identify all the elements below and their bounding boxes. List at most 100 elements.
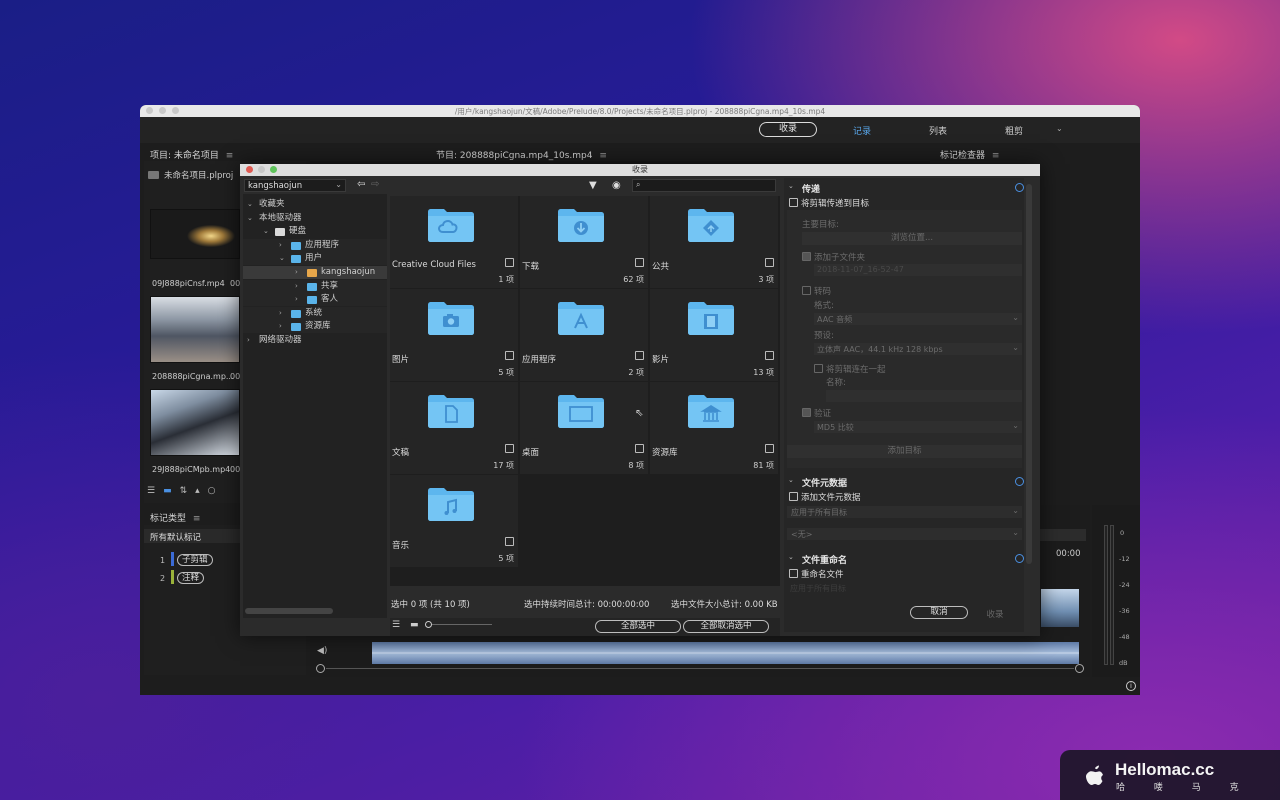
chevron-down-icon[interactable]: ⌄: [247, 212, 253, 225]
scroll-handle-left[interactable]: [316, 664, 325, 673]
close-dialog-button[interactable]: [246, 166, 253, 173]
subfolder-name-field[interactable]: 2018-11-07_16-52-47: [814, 264, 1022, 276]
folder-checkbox[interactable]: [765, 444, 774, 453]
clip-thumbnail[interactable]: [150, 389, 240, 456]
tree-item[interactable]: ⌄ 本地驱动器: [243, 212, 387, 225]
chevron-right-icon[interactable]: ›: [279, 239, 282, 252]
browse-location-button[interactable]: 浏览位置...: [802, 232, 1022, 245]
chevron-down-icon[interactable]: ⌄: [263, 225, 269, 238]
verify-dropdown[interactable]: MD5 比较 ⌄: [814, 421, 1022, 433]
transcode-checkbox[interactable]: [802, 286, 811, 295]
zoom-slider-track[interactable]: [432, 624, 492, 625]
folder-checkbox[interactable]: [505, 351, 514, 360]
folder-checkbox[interactable]: [765, 258, 774, 267]
power-toggle-icon[interactable]: [1015, 183, 1024, 192]
folder-item[interactable]: Creative Cloud Files 1 项: [390, 196, 518, 288]
tree-item[interactable]: › 网络驱动器: [243, 334, 387, 347]
list-view-icon[interactable]: ☰: [392, 620, 400, 630]
metadata-checkbox[interactable]: [789, 492, 798, 501]
tree-item[interactable]: ⌄ 硬盘: [243, 225, 387, 238]
join-name-field[interactable]: [826, 390, 1022, 402]
collapse-icon[interactable]: ⌄: [788, 476, 794, 484]
clip-thumbnail[interactable]: [150, 296, 240, 363]
folder-item[interactable]: 应用程序 2 项: [520, 289, 648, 381]
panel-menu-icon[interactable]: ≡: [226, 151, 234, 161]
add-target-button[interactable]: 添加目标: [787, 445, 1022, 458]
preset-dropdown[interactable]: 立体声 AAC，44.1 kHz 128 kbps ⌄: [814, 343, 1022, 355]
tab-list[interactable]: 列表: [929, 124, 947, 137]
tree-item[interactable]: › 系统: [243, 306, 387, 320]
panel-menu-icon[interactable]: ≡: [992, 151, 1000, 161]
icon-view-icon[interactable]: ▬: [410, 620, 419, 630]
cancel-button[interactable]: 取消: [910, 606, 968, 619]
tree-item[interactable]: › 共享: [243, 279, 387, 293]
panel-menu-icon[interactable]: ≡: [599, 151, 607, 161]
back-arrow-icon[interactable]: ⇦: [357, 179, 365, 190]
chevron-right-icon[interactable]: ›: [279, 320, 282, 333]
folder-item[interactable]: 下载 62 项: [520, 196, 648, 288]
search-input[interactable]: ⌕: [632, 179, 776, 192]
folder-checkbox[interactable]: [505, 444, 514, 453]
marker-type-subclip[interactable]: 子剪辑: [177, 554, 213, 566]
chevron-right-icon[interactable]: ›: [295, 293, 298, 306]
filter-icon[interactable]: ▼: [589, 180, 597, 191]
tree-item[interactable]: › 客人: [243, 293, 387, 307]
power-toggle-icon[interactable]: [1015, 477, 1024, 486]
tree-item[interactable]: › kangshaojun: [243, 266, 387, 279]
settings-scrollbar[interactable]: [1026, 184, 1032, 564]
collapse-icon[interactable]: ⌄: [788, 553, 794, 561]
format-dropdown[interactable]: AAC 音频 ⌄: [814, 313, 1022, 325]
folder-checkbox[interactable]: [765, 351, 774, 360]
sort-icon[interactable]: ⇅: [180, 486, 196, 496]
folder-item[interactable]: 音乐 5 项: [390, 475, 518, 567]
folder-checkbox[interactable]: [635, 444, 644, 453]
verify-checkbox[interactable]: [802, 408, 811, 417]
tree-item[interactable]: › 资源库: [243, 320, 387, 334]
deselect-all-button[interactable]: 全部取消选中: [683, 620, 769, 633]
power-toggle-icon[interactable]: [1015, 554, 1024, 563]
folder-item[interactable]: 图片 5 项: [390, 289, 518, 381]
audio-waveform[interactable]: [372, 642, 1079, 664]
zoom-out-icon[interactable]: ▴: [195, 486, 208, 496]
tree-item[interactable]: › 应用程序: [243, 238, 387, 252]
list-view-icon[interactable]: ☰: [147, 486, 163, 496]
tab-rough-cut[interactable]: 粗剪: [1005, 124, 1023, 137]
marker-type-comment[interactable]: 注释: [177, 572, 205, 584]
tree-item[interactable]: ⌄ 收藏夹: [243, 198, 387, 211]
scroll-handle-right[interactable]: [1075, 664, 1084, 673]
ingest-confirm-button[interactable]: 收录: [980, 608, 1010, 620]
folder-checkbox[interactable]: [505, 258, 514, 267]
folder-checkbox[interactable]: [635, 258, 644, 267]
rename-checkbox[interactable]: [789, 569, 798, 578]
info-icon[interactable]: i: [1126, 681, 1136, 691]
zoom-slider-handle[interactable]: [425, 621, 432, 628]
join-clips-checkbox[interactable]: [814, 364, 823, 373]
tab-log[interactable]: 记录: [853, 124, 871, 137]
minimize-dialog-button[interactable]: [258, 166, 265, 173]
video-track-clip[interactable]: [1041, 589, 1079, 627]
location-dropdown[interactable]: kangshaojun ⌄: [244, 179, 346, 192]
chevron-right-icon[interactable]: ›: [295, 280, 298, 293]
clip-thumbnail[interactable]: [150, 209, 240, 259]
chevron-right-icon[interactable]: ›: [247, 334, 250, 347]
folder-item[interactable]: 文稿 17 项: [390, 382, 518, 474]
folder-item[interactable]: 公共 3 项: [650, 196, 778, 288]
chevron-down-icon[interactable]: ⌄: [279, 252, 285, 265]
ingest-button[interactable]: 收录: [759, 122, 817, 137]
chevron-right-icon[interactable]: ›: [279, 307, 282, 320]
zoom-slider-icon[interactable]: ○: [208, 486, 224, 496]
folder-item[interactable]: 资源库 81 项: [650, 382, 778, 474]
timeline-scrollbar[interactable]: [316, 664, 1084, 674]
speaker-icon[interactable]: ◀): [317, 646, 327, 656]
chevron-down-icon[interactable]: ⌄: [1056, 124, 1063, 133]
tree-scrollbar[interactable]: [245, 608, 333, 614]
icon-view-icon[interactable]: ▬: [163, 486, 180, 496]
panel-menu-icon[interactable]: ≡: [193, 514, 201, 524]
transfer-checkbox[interactable]: [789, 198, 798, 207]
chevron-down-icon[interactable]: ⌄: [247, 198, 253, 211]
tree-item[interactable]: ⌄ 用户: [243, 252, 387, 266]
folder-item[interactable]: 影片 13 项: [650, 289, 778, 381]
metadata-apply-dropdown[interactable]: 应用于所有目标 ⌄: [787, 506, 1022, 518]
add-subfolder-checkbox[interactable]: [802, 252, 811, 261]
chevron-right-icon[interactable]: ›: [295, 266, 298, 279]
